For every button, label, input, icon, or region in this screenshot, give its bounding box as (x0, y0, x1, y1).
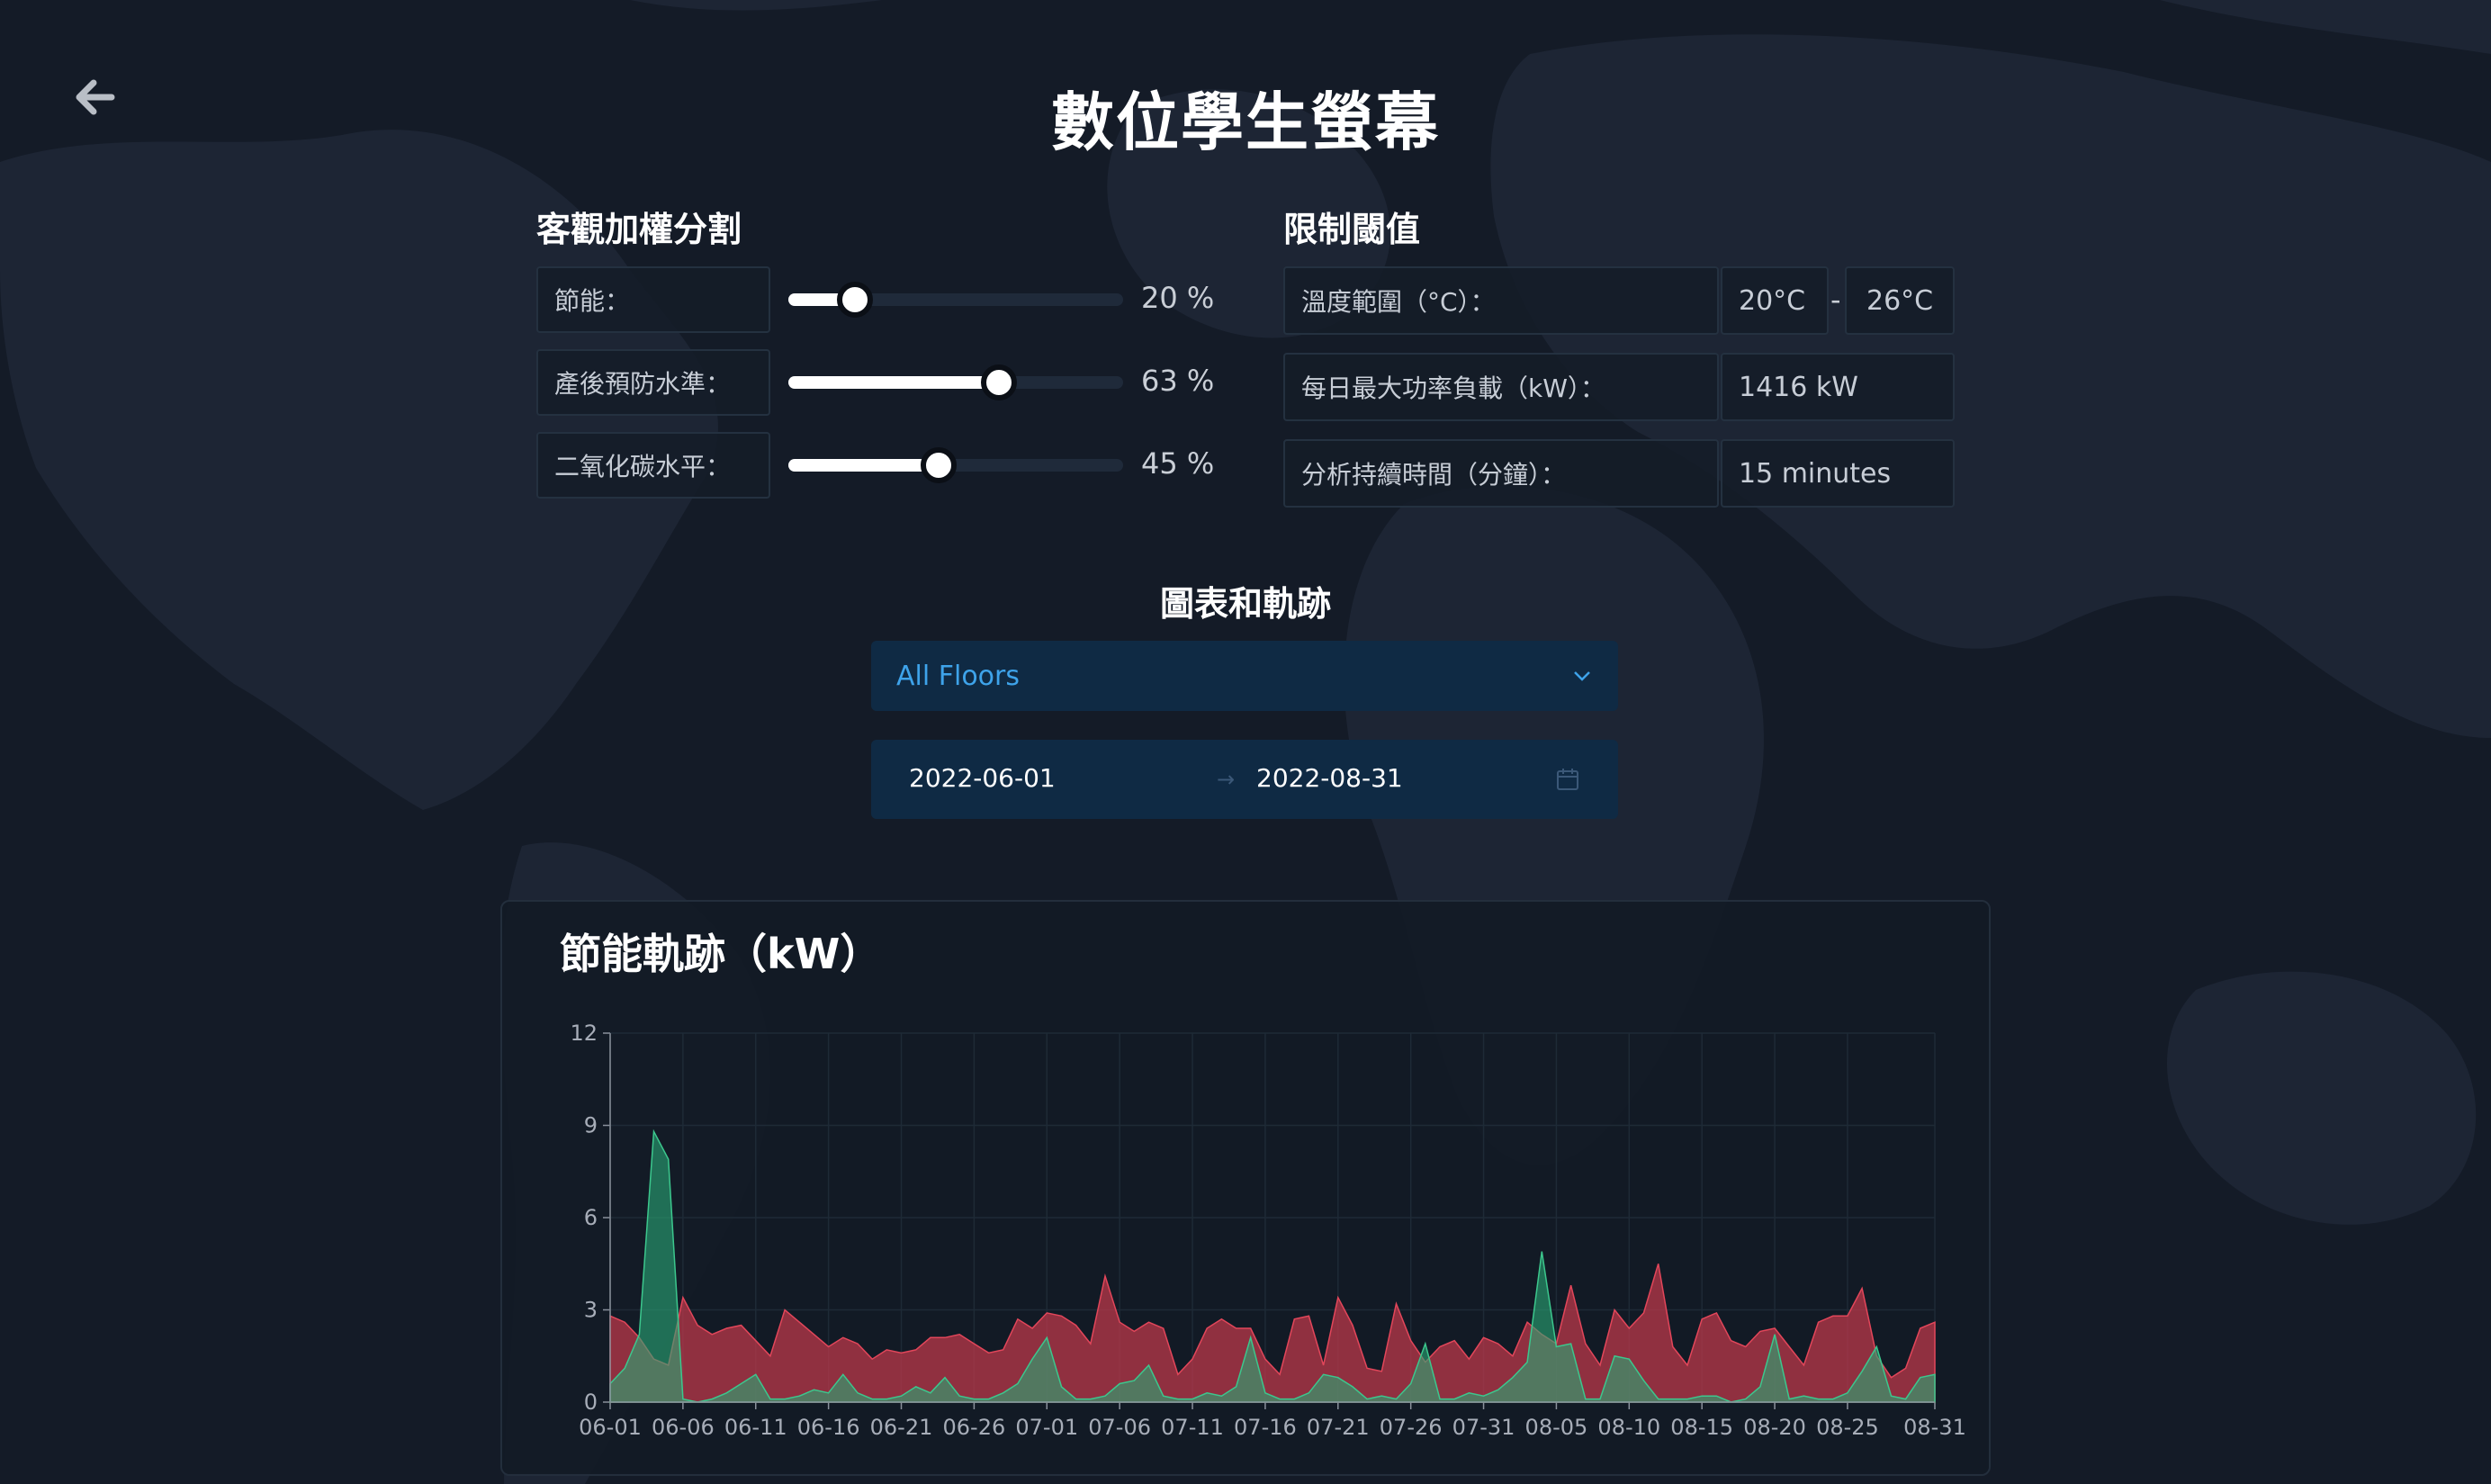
energy-trajectory-chart: 0 3 6 9 12 06-01 06-06 06-11 06-16 06-21 06-26 07-0… (570, 1021, 1966, 1440)
weight-label-energy: 節能： (536, 266, 770, 333)
x-tick-label: 06-26 (943, 1415, 1006, 1440)
energy-weight-value: 20 % (1141, 281, 1215, 315)
x-tick-label: 06-21 (870, 1415, 933, 1440)
temperature-separator: - (1830, 283, 1841, 317)
page-title: 數位學生螢幕 (1051, 85, 1440, 159)
weight-label-co2: 二氧化碳水平： (536, 432, 770, 499)
floor-select-value: All Floors (896, 660, 1020, 692)
x-tick-label: 07-01 (1015, 1415, 1078, 1440)
temperature-range-label: 溫度範圍（°C）： (1283, 266, 1719, 335)
date-range-arrow: → (1217, 767, 1236, 792)
calendar-icon[interactable] (1555, 767, 1580, 792)
y-tick-label: 0 (584, 1390, 598, 1415)
y-tick-label: 6 (584, 1205, 598, 1230)
analysis-duration-input[interactable]: 15 minutes (1721, 439, 1955, 508)
co2-weight-slider[interactable] (788, 447, 1123, 483)
x-tick-label: 07-31 (1452, 1415, 1515, 1440)
temperature-min-input[interactable]: 20°C (1721, 266, 1829, 335)
charts-heading: 圖表和軌跡 (1159, 584, 1331, 624)
x-tick-label: 07-11 (1161, 1415, 1224, 1440)
weight-label-prevention: 產後預防水準： (536, 349, 770, 416)
x-tick-label: 08-10 (1597, 1415, 1660, 1440)
temperature-max-input[interactable]: 26°C (1845, 266, 1955, 335)
energy-weight-slider[interactable] (788, 282, 1123, 318)
x-tick-label: 07-06 (1088, 1415, 1151, 1440)
x-tick-label: 07-16 (1234, 1415, 1297, 1440)
weights-heading: 客觀加權分割 (536, 210, 742, 249)
energy-trajectory-chart-card: 節能軌跡（kW） 0 3 6 9 12 06-01 06-06 06-11 06-16 06-21… (500, 900, 1991, 1476)
x-tick-label: 06-11 (724, 1415, 787, 1440)
date-end-input[interactable]: 2022-08-31 (1256, 763, 1403, 793)
date-range-picker[interactable]: 2022-06-01 → 2022-08-31 (871, 740, 1618, 819)
x-tick-label: 07-21 (1307, 1415, 1370, 1440)
y-tick-label: 3 (584, 1298, 598, 1323)
date-start-input[interactable]: 2022-06-01 (909, 763, 1056, 793)
chevron-down-icon (1574, 671, 1590, 681)
x-tick-label: 06-06 (652, 1415, 715, 1440)
x-tick-label: 07-26 (1380, 1415, 1443, 1440)
x-tick-label: 08-15 (1670, 1415, 1733, 1440)
prevention-weight-slider[interactable] (788, 364, 1123, 400)
thresholds-heading: 限制閾值 (1283, 210, 1421, 249)
prevention-weight-value: 63 % (1141, 364, 1215, 398)
analysis-duration-label: 分析持續時間（分鐘）： (1283, 439, 1719, 508)
series-red-area (609, 1264, 1936, 1403)
x-tick-label: 06-01 (579, 1415, 642, 1440)
y-tick-label: 9 (584, 1113, 598, 1138)
x-tick-label: 08-20 (1743, 1415, 1806, 1440)
x-tick-label: 06-16 (797, 1415, 860, 1440)
co2-weight-value: 45 % (1141, 446, 1215, 481)
x-tick-label: 08-25 (1816, 1415, 1879, 1440)
floor-select[interactable]: All Floors (871, 641, 1618, 711)
max-power-label: 每日最大功率負載（kW）： (1283, 353, 1719, 421)
x-tick-label: 08-05 (1525, 1415, 1588, 1440)
x-tick-label: 08-31 (1903, 1415, 1966, 1440)
max-power-input[interactable]: 1416 kW (1721, 353, 1955, 421)
y-tick-label: 12 (570, 1021, 598, 1046)
